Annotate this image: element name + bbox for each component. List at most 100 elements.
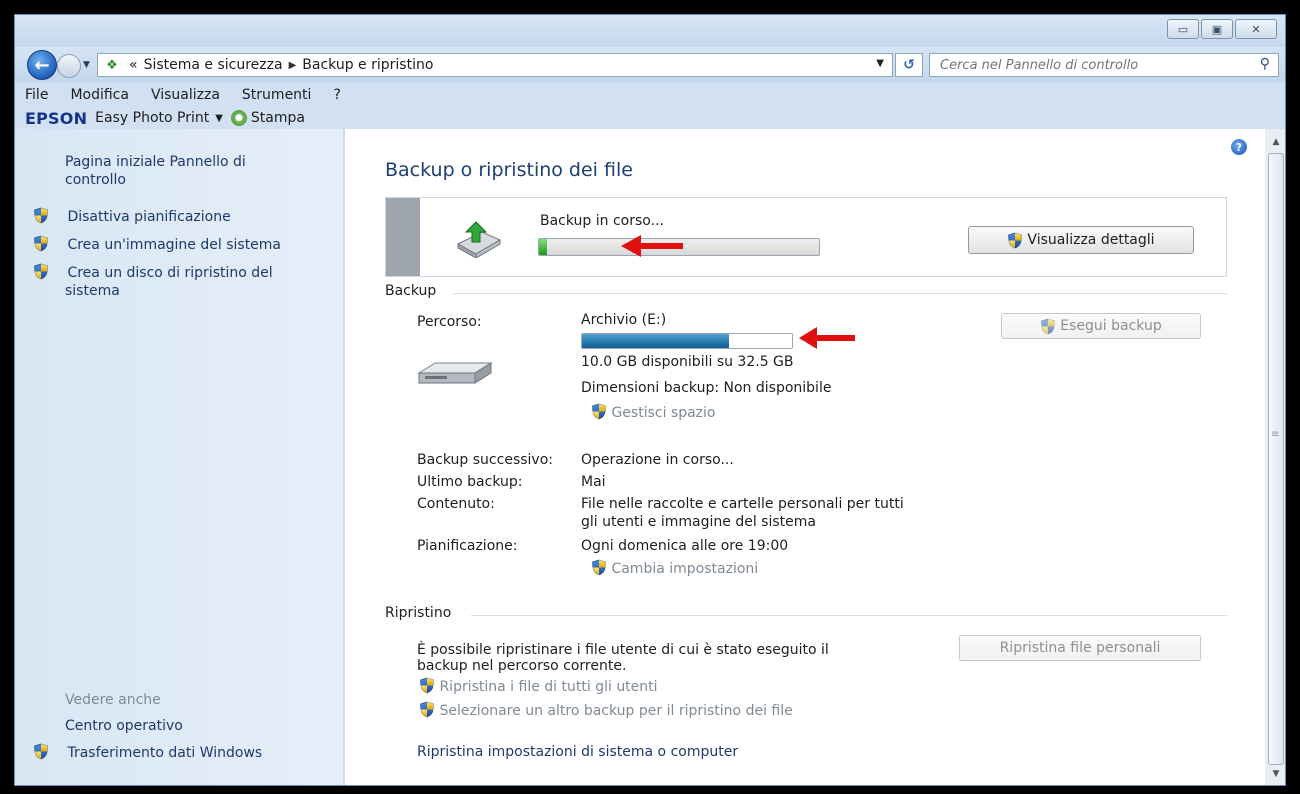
pianificazione-label: Pianificazione: <box>417 538 518 554</box>
see-also-trasferimento-dati[interactable]: Trasferimento dati Windows <box>33 743 262 762</box>
see-also-centro-operativo[interactable]: Centro operativo <box>65 717 183 735</box>
breadcrumb-separator-icon[interactable]: ▶ <box>286 60 300 71</box>
search-box: ⚲ <box>929 53 1279 77</box>
backup-successivo-label: Backup successivo: <box>417 452 553 468</box>
sidebar-item-label: Disattiva pianificazione <box>67 209 231 225</box>
maximize-button[interactable]: ▣ <box>1201 19 1233 39</box>
breadcrumb-overflow[interactable]: « <box>126 57 141 73</box>
visualizza-dettagli-label: Visualizza dettagli <box>1027 232 1155 248</box>
menu-help[interactable]: ? <box>333 87 340 103</box>
see-also-heading: Vedere anche <box>65 692 161 708</box>
menu-visualizza[interactable]: Visualizza <box>151 87 220 103</box>
drive-usage-fill <box>582 334 729 348</box>
uac-shield-icon <box>419 677 435 694</box>
recent-pages-dropdown-icon[interactable]: ▼ <box>83 60 90 70</box>
gestisci-spazio-label: Gestisci spazio <box>611 405 716 421</box>
uac-shield-icon <box>33 263 49 280</box>
cambia-impostazioni-link[interactable]: Cambia impostazioni <box>591 559 758 578</box>
backup-size-text: Dimensioni backup: Non disponibile <box>581 380 832 396</box>
backup-section-label: Backup <box>385 283 437 299</box>
control-panel-home-line2: controllo <box>65 172 126 188</box>
breadcrumb-backup-e-ripristino[interactable]: Backup e ripristino <box>299 57 436 73</box>
uac-shield-icon <box>33 207 49 224</box>
epson-toolbar: EPSON Easy Photo Print ▼ ● Stampa <box>15 107 1285 129</box>
address-dropdown-icon[interactable]: ▼ <box>876 58 884 69</box>
control-panel-window: ▭ ▣ ✕ ← ▼ ❖ « Sistema e sicurezza ▶ Back… <box>14 14 1286 786</box>
breadcrumb-sistema-e-sicurezza[interactable]: Sistema e sicurezza <box>141 57 286 73</box>
select-other-backup-link[interactable]: Selezionare un altro backup per il ripri… <box>419 701 793 720</box>
left-task-pane <box>15 129 343 785</box>
page-title: Backup o ripristino dei file <box>385 159 633 181</box>
window-controls: ▭ ▣ ✕ <box>1167 19 1277 39</box>
scroll-down-icon[interactable]: ▼ <box>1268 767 1284 781</box>
sidebar-item-disattiva-pianificazione[interactable]: Disattiva pianificazione <box>33 207 231 226</box>
ultimo-backup-label: Ultimo backup: <box>417 474 523 490</box>
uac-shield-icon <box>33 743 49 760</box>
backup-successivo-value: Operazione in corso... <box>581 452 734 468</box>
uac-shield-icon <box>1040 318 1056 335</box>
menu-bar: File Modifica Visualizza Strumenti ? <box>15 83 1285 107</box>
print-icon[interactable]: ● <box>230 110 247 126</box>
uac-shield-icon <box>1007 232 1023 249</box>
help-icon[interactable]: ? <box>1231 139 1247 155</box>
sidebar-item-crea-immagine[interactable]: Crea un'immagine del sistema <box>33 235 281 254</box>
sidebar-item-label: Crea un disco di ripristino del <box>67 265 273 281</box>
drive-name: Archivio (E:) <box>581 312 667 328</box>
back-button[interactable]: ← <box>27 50 57 80</box>
uac-shield-icon <box>33 235 49 252</box>
pianificazione-value: Ogni domenica alle ore 19:00 <box>581 538 789 554</box>
search-icon[interactable]: ⚲ <box>1260 56 1270 72</box>
ultimo-backup-value: Mai <box>581 474 606 490</box>
control-panel-home-line1: Pagina iniziale Pannello di <box>65 154 246 170</box>
search-input[interactable] <box>938 56 1242 74</box>
esegui-backup-label: Esegui backup <box>1060 318 1162 334</box>
title-bar: ▭ ▣ ✕ <box>15 15 1285 47</box>
chevron-down-icon[interactable]: ▼ <box>215 113 223 124</box>
vertical-scrollbar[interactable]: ▲ ≡ ▼ <box>1265 129 1285 785</box>
restore-desc-line2: backup nel percorso corrente. <box>417 658 627 674</box>
refresh-icon[interactable]: ↺ <box>895 53 923 77</box>
visualizza-dettagli-button[interactable]: Visualizza dettagli <box>968 226 1194 254</box>
backup-status-text: Backup in corso... <box>540 213 664 229</box>
menu-strumenti[interactable]: Strumenti <box>242 87 312 103</box>
ripristino-section-label: Ripristino <box>385 605 452 621</box>
annotation-arrow-icon <box>799 327 855 349</box>
backup-status-panel: Backup in corso... Visualizza dettagli <box>385 197 1227 277</box>
contenuto-label: Contenuto: <box>417 496 495 512</box>
restore-all-users-link[interactable]: Ripristina i file di tutti gli utenti <box>419 677 658 696</box>
stampa-button[interactable]: Stampa <box>251 110 305 126</box>
select-other-backup-label: Selezionare un altro backup per il ripri… <box>439 703 793 719</box>
cambia-impostazioni-label: Cambia impostazioni <box>611 561 759 577</box>
forward-button[interactable] <box>57 54 81 78</box>
uac-shield-icon <box>419 701 435 718</box>
backup-in-progress-icon <box>456 221 502 258</box>
minimize-button[interactable]: ▭ <box>1167 19 1199 39</box>
restore-system-settings-link[interactable]: Ripristina impostazioni di sistema o com… <box>417 743 738 761</box>
contenuto-value-line2: gli utenti e immagine del sistema <box>581 514 816 530</box>
address-bar[interactable]: ❖ « Sistema e sicurezza ▶ Backup e ripri… <box>97 53 893 77</box>
drive-usage-bar <box>581 333 793 349</box>
annotation-arrow-icon <box>621 235 683 257</box>
gestisci-spazio-link[interactable]: Gestisci spazio <box>591 403 715 422</box>
ripristino-section-divider <box>471 615 1227 616</box>
uac-shield-icon <box>591 559 607 576</box>
menu-modifica[interactable]: Modifica <box>70 87 129 103</box>
easy-photo-print-menu[interactable]: Easy Photo Print <box>95 110 209 126</box>
restore-all-users-label: Ripristina i file di tutti gli utenti <box>439 679 658 695</box>
close-button[interactable]: ✕ <box>1235 19 1277 39</box>
menu-file[interactable]: File <box>25 87 48 103</box>
scroll-grip-icon: ≡ <box>1271 429 1280 440</box>
control-panel-home-link[interactable]: Pagina iniziale Pannello di controllo <box>65 153 246 189</box>
scroll-thumb[interactable] <box>1268 153 1284 765</box>
sidebar-item-crea-disco-ripristino[interactable]: Crea un disco di ripristino del sistema <box>33 263 273 300</box>
epson-logo: EPSON <box>25 108 88 128</box>
navigation-bar: ← ▼ ❖ « Sistema e sicurezza ▶ Backup e r… <box>15 47 1285 81</box>
status-band <box>386 198 420 276</box>
esegui-backup-button[interactable]: Esegui backup <box>1001 313 1201 339</box>
ripristina-file-personali-button[interactable]: Ripristina file personali <box>959 635 1201 661</box>
sidebar-item-label: Crea un'immagine del sistema <box>67 237 282 253</box>
scroll-up-icon[interactable]: ▲ <box>1268 135 1284 149</box>
control-panel-icon: ❖ <box>106 57 118 73</box>
see-also-label: Trasferimento dati Windows <box>67 745 263 761</box>
sidebar-item-label-line2: sistema <box>65 283 120 299</box>
